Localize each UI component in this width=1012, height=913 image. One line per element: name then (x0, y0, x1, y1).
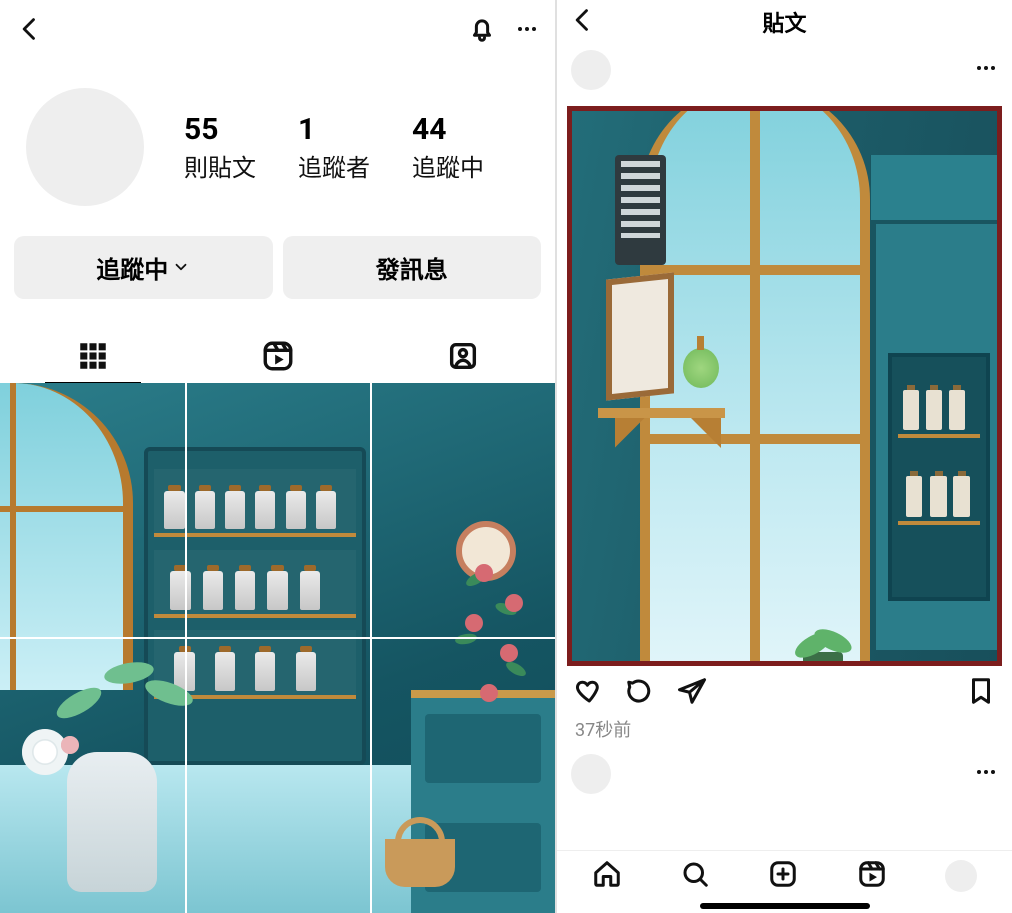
post-header (557, 44, 1012, 98)
following-button[interactable]: 追蹤中 (14, 236, 273, 299)
profile-stats: 55 則貼文 1 追蹤者 44 追蹤中 (184, 112, 484, 183)
stat-followers-label: 追蹤者 (298, 148, 370, 183)
tab-reels[interactable] (185, 329, 370, 383)
save-icon[interactable] (966, 676, 996, 710)
stat-posts-count: 55 (184, 112, 256, 148)
page-title: 貼文 (609, 6, 960, 38)
avatar[interactable] (571, 754, 611, 794)
message-button[interactable]: 發訊息 (283, 236, 542, 299)
avatar[interactable] (26, 88, 144, 206)
message-button-label: 發訊息 (376, 250, 448, 285)
post-screen: 貼文 (555, 0, 1012, 913)
post-actions (557, 666, 1012, 712)
grid-icon (76, 339, 110, 373)
post-timestamp: 37秒前 (557, 712, 1012, 752)
more-icon[interactable] (515, 17, 539, 45)
home-indicator (700, 903, 870, 909)
profile-screen: 55 則貼文 1 追蹤者 44 追蹤中 追蹤中 發訊息 (0, 0, 555, 913)
post-topbar: 貼文 (557, 0, 1012, 44)
profile-actions: 追蹤中 發訊息 (0, 236, 555, 307)
avatar[interactable] (571, 50, 611, 90)
profile-header: 55 則貼文 1 追蹤者 44 追蹤中 (0, 58, 555, 236)
more-icon[interactable] (974, 56, 998, 84)
nav-home-icon[interactable] (592, 859, 622, 893)
more-icon[interactable] (974, 760, 998, 788)
bottom-nav (557, 850, 1012, 897)
grid-image (0, 383, 555, 913)
next-post-header (557, 752, 1012, 794)
back-icon[interactable] (569, 6, 609, 38)
posts-grid[interactable] (0, 383, 555, 913)
comment-icon[interactable] (625, 676, 655, 710)
nav-reels-icon[interactable] (857, 859, 887, 893)
stat-posts[interactable]: 55 則貼文 (184, 112, 256, 183)
nav-search-icon[interactable] (680, 859, 710, 893)
chevron-down-icon (172, 254, 190, 282)
stat-posts-label: 則貼文 (184, 148, 256, 183)
share-icon[interactable] (677, 676, 707, 710)
stat-following[interactable]: 44 追蹤中 (412, 112, 484, 183)
post-image[interactable] (567, 106, 1002, 666)
profile-topbar (0, 0, 555, 58)
nav-profile-avatar[interactable] (945, 860, 977, 892)
back-icon[interactable] (16, 15, 44, 47)
reels-icon (261, 339, 295, 373)
profile-tabs (0, 329, 555, 383)
notifications-icon[interactable] (467, 14, 497, 48)
nav-create-icon[interactable] (768, 859, 798, 893)
tab-tagged[interactable] (370, 329, 555, 383)
like-icon[interactable] (573, 676, 603, 710)
stat-following-count: 44 (412, 112, 484, 148)
stat-followers-count: 1 (298, 112, 370, 148)
stat-followers[interactable]: 1 追蹤者 (298, 112, 370, 183)
tagged-icon (446, 339, 480, 373)
following-button-label: 追蹤中 (96, 250, 168, 285)
tab-grid[interactable] (0, 329, 185, 383)
stat-following-label: 追蹤中 (412, 148, 484, 183)
